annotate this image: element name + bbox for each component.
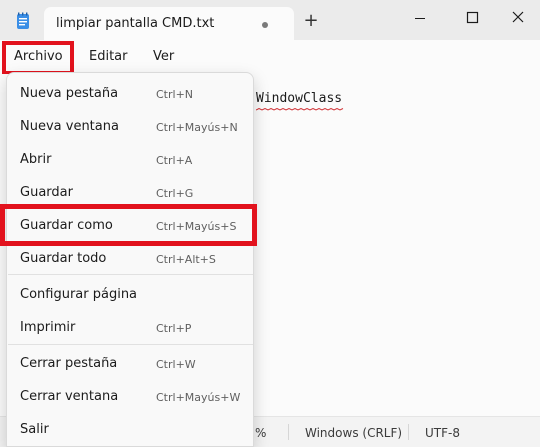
menu-item-label: Nueva pestaña xyxy=(20,86,119,101)
menu-separator xyxy=(8,274,253,275)
menu-item-label: Imprimir xyxy=(20,320,76,335)
spellcheck-underline xyxy=(256,108,344,111)
menu-item-label: Guardar xyxy=(20,185,73,200)
maximize-button[interactable] xyxy=(457,6,487,30)
menu-item-cerrar-ventana[interactable]: Cerrar ventana Ctrl+Mayús+W xyxy=(7,381,253,413)
menu-item-label: Cerrar ventana xyxy=(20,389,119,404)
status-divider xyxy=(288,424,289,440)
unsaved-indicator-icon[interactable] xyxy=(262,22,268,28)
title-bar: limpiar pantalla CMD.txt + xyxy=(0,0,540,40)
editor-text: WindowClass xyxy=(256,91,343,106)
menu-item-salir[interactable]: Salir xyxy=(7,414,253,446)
file-menu-dropdown: Nueva pestaña Ctrl+N Nueva ventana Ctrl+… xyxy=(6,72,254,447)
menu-item-shortcut: Ctrl+P xyxy=(156,322,192,335)
menu-item-label: Cerrar pestaña xyxy=(20,356,118,371)
menu-bar: Archivo Editar Ver xyxy=(0,40,540,105)
menu-separator xyxy=(8,344,253,345)
menu-item-abrir[interactable]: Abrir Ctrl+A xyxy=(7,144,253,176)
menu-item-shortcut: Ctrl+Mayús+N xyxy=(156,121,238,134)
status-zoom[interactable]: % xyxy=(255,426,266,440)
menu-item-shortcut: Ctrl+G xyxy=(156,187,194,200)
status-divider xyxy=(408,424,409,440)
menu-item-label: Nueva ventana xyxy=(20,119,119,134)
menu-ver[interactable]: Ver xyxy=(153,49,174,64)
menu-item-shortcut: Ctrl+A xyxy=(156,154,193,167)
menu-item-configurar-pagina[interactable]: Configurar página xyxy=(7,279,253,311)
menu-item-nueva-ventana[interactable]: Nueva ventana Ctrl+Mayús+N xyxy=(7,111,253,143)
menu-item-imprimir[interactable]: Imprimir Ctrl+P xyxy=(7,312,253,344)
menu-item-shortcut: Ctrl+Alt+S xyxy=(156,253,216,266)
tab-title: limpiar pantalla CMD.txt xyxy=(56,16,215,31)
menu-item-label: Abrir xyxy=(20,152,52,167)
notepad-app-icon xyxy=(17,12,29,29)
menu-editar[interactable]: Editar xyxy=(89,49,128,64)
menu-item-shortcut: Ctrl+Mayús+W xyxy=(156,391,241,404)
menu-item-label: Salir xyxy=(20,422,49,437)
guardar-como-highlight-box xyxy=(0,204,257,246)
menu-item-label: Guardar todo xyxy=(20,251,107,266)
menu-item-label: Configurar página xyxy=(20,287,138,302)
menu-item-shortcut: Ctrl+W xyxy=(156,358,196,371)
menu-item-guardar-todo[interactable]: Guardar todo Ctrl+Alt+S xyxy=(7,243,253,275)
menu-item-shortcut: Ctrl+N xyxy=(156,88,194,101)
menu-item-nueva-pestana[interactable]: Nueva pestaña Ctrl+N xyxy=(7,78,253,110)
menu-item-cerrar-pestana[interactable]: Cerrar pestaña Ctrl+W xyxy=(7,348,253,380)
close-button[interactable] xyxy=(503,6,533,30)
archivo-highlight-box xyxy=(2,41,74,75)
status-line-ending[interactable]: Windows (CRLF) xyxy=(305,426,402,440)
tab-file[interactable]: limpiar pantalla CMD.txt xyxy=(44,7,294,40)
minimize-button[interactable] xyxy=(405,6,435,30)
status-encoding[interactable]: UTF-8 xyxy=(425,426,460,440)
new-tab-button[interactable]: + xyxy=(302,12,320,30)
